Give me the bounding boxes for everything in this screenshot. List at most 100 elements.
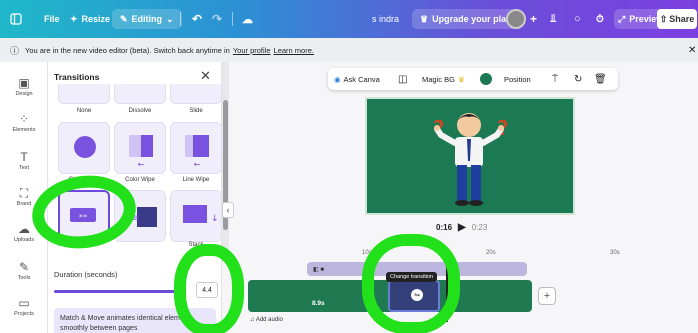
transition-dissolve-thumb[interactable] xyxy=(114,84,166,104)
timeline-ruler: 10s 20s 30s xyxy=(300,248,698,260)
plus-icon: + xyxy=(543,290,551,302)
undo-icon[interactable]: ↶ xyxy=(192,0,202,38)
file-menu[interactable]: File xyxy=(44,0,60,38)
avatar[interactable] xyxy=(506,0,526,38)
ask-canva-label: Ask Canva xyxy=(343,74,380,84)
panel-title: Transitions xyxy=(54,72,100,82)
editing-label: Editing xyxy=(131,14,163,24)
current-time: 0:16 xyxy=(436,223,453,232)
chevron-left-icon: ‹ xyxy=(226,205,230,215)
top-bar: File ✦ Resize ✎ Editing ⌄ ↶ ↷ ☁ s indra ♛ Up… xyxy=(0,0,698,38)
add-audio-button[interactable]: ♫ Add audio xyxy=(250,317,283,323)
resize-button[interactable]: ✦ Resize xyxy=(70,0,110,38)
upgrade-label: Upgrade your plan xyxy=(432,14,512,24)
editor-root: File ✦ Resize ✎ Editing ⌄ ↶ ↷ ☁ s indra ♛ Up… xyxy=(0,0,698,333)
beta-info-bar: ⓘ You are in the new video editor (beta)… xyxy=(0,38,698,62)
transition-stack-thumb[interactable]: ↓ xyxy=(170,190,222,242)
info-message: You are in the new video editor (beta). … xyxy=(25,45,230,55)
timer-icon[interactable]: ⏱ xyxy=(596,0,604,38)
add-page-button[interactable]: + xyxy=(538,287,556,305)
rail-item-elements[interactable]: ⁘ Elements xyxy=(0,112,48,133)
rail-label: Tools xyxy=(17,275,31,281)
rail-label: Projects xyxy=(14,311,34,317)
file-label: File xyxy=(44,14,60,24)
profile-link[interactable]: Your profile xyxy=(233,46,271,55)
playback-controls: 0:16 ▶ 0:23 xyxy=(436,222,487,233)
transition-circle-wipe-thumb[interactable] xyxy=(58,122,110,174)
learn-more-link[interactable]: Learn more. xyxy=(274,46,314,55)
magic-bg-button[interactable]: Magic BG ♛ xyxy=(422,68,465,90)
divider xyxy=(232,12,233,26)
ruler-tick: 30s xyxy=(610,250,620,256)
upload-icon: ⇧ xyxy=(659,13,668,24)
ask-canva-button[interactable]: ◉ Ask Canva xyxy=(334,68,380,90)
transition-label: Slide xyxy=(189,108,203,114)
chevron-down-icon: ⌄ xyxy=(166,13,174,24)
transition-label: Color Wipe xyxy=(125,177,155,183)
clip-duration: 8.9s xyxy=(312,300,325,307)
rail-item-design[interactable]: ▣ Design xyxy=(0,76,48,97)
rail-item-text[interactable]: T Text xyxy=(0,150,48,171)
rail-label: Elements xyxy=(12,127,36,133)
trash-icon[interactable]: 🗑 xyxy=(594,68,607,90)
duration-label: Duration (seconds) xyxy=(54,270,118,279)
rail-label: Text xyxy=(18,165,30,171)
cloud-save-icon[interactable]: ☁ xyxy=(242,0,253,38)
element-icon: ◧ ■ xyxy=(313,266,324,273)
canvas-page[interactable]: ? ? xyxy=(365,97,575,215)
flip-icon[interactable]: ◫ xyxy=(398,68,407,90)
close-icon[interactable]: ✕ xyxy=(200,68,211,84)
annotation-circle xyxy=(362,234,460,333)
tools-icon: ✎ xyxy=(18,260,30,274)
sparkle-icon: ◉ xyxy=(334,74,341,84)
duration-slider[interactable] xyxy=(54,290,184,293)
share-button[interactable]: ⇧ Share xyxy=(657,9,697,29)
sidebar-toggle-icon[interactable] xyxy=(10,0,22,38)
upgrade-plan-button[interactable]: ♛ Upgrade your plan xyxy=(412,9,520,29)
analytics-icon[interactable]: ⫫ xyxy=(550,0,556,38)
rail-label: Design xyxy=(15,91,33,97)
position-label: Position xyxy=(504,74,531,84)
close-icon[interactable]: ✕ xyxy=(688,45,696,56)
layout-icon: ▣ xyxy=(18,76,30,90)
crown-icon: ♛ xyxy=(420,13,429,24)
transition-label: Line Wipe xyxy=(182,177,210,183)
crown-icon: ♛ xyxy=(457,74,465,84)
total-time: 0:23 xyxy=(471,223,488,232)
user-name[interactable]: s indra xyxy=(372,0,399,38)
context-toolbar: ◉ Ask Canva ◫ Magic BG ♛ Position ⍑ ↻ 🗑 xyxy=(328,68,618,90)
transition-line-wipe-thumb[interactable]: ← xyxy=(170,122,222,174)
expand-icon: ⤢ xyxy=(618,13,626,24)
crown-icon: ✦ xyxy=(70,13,78,24)
redo-icon[interactable]: ↷ xyxy=(212,0,222,38)
rail-item-projects[interactable]: ▭ Projects xyxy=(0,296,48,317)
transition-color-wipe-thumb[interactable]: ← xyxy=(114,122,166,174)
play-icon[interactable]: ▶ xyxy=(458,222,466,233)
pencil-icon: ✎ xyxy=(120,13,128,24)
paint-roller-icon[interactable]: ⍑ xyxy=(552,68,558,90)
transition-slide-thumb[interactable] xyxy=(170,84,222,104)
position-button[interactable]: Position xyxy=(504,68,531,90)
user-name-label: s indra xyxy=(372,14,400,24)
rail-label: Uploads xyxy=(13,237,35,243)
confused-boy-illustration: ? ? xyxy=(433,113,509,206)
svg-text:↓: ↓ xyxy=(211,214,219,224)
divider xyxy=(180,12,181,26)
annotation-circle xyxy=(174,244,244,333)
collapse-panel-button[interactable]: ‹ xyxy=(222,202,234,218)
text-icon: T xyxy=(20,150,28,164)
shapes-icon: ⁘ xyxy=(18,112,30,126)
svg-text:←: ← xyxy=(138,160,145,169)
transition-label: None xyxy=(76,108,92,114)
svg-text:←: ← xyxy=(194,160,201,169)
editing-mode-button[interactable]: ✎ Editing ⌄ xyxy=(112,9,182,29)
transition-none-thumb[interactable] xyxy=(58,84,110,104)
rail-label: Brand xyxy=(16,201,32,207)
rail-item-tools[interactable]: ✎ Tools xyxy=(0,260,48,281)
comment-icon[interactable]: ○ xyxy=(574,0,581,38)
add-collaborator-icon[interactable]: + xyxy=(530,0,537,38)
transition-label: Dissolve xyxy=(128,108,152,114)
add-audio-label: Add audio xyxy=(255,317,283,323)
color-swatch[interactable] xyxy=(480,68,492,90)
refresh-icon[interactable]: ↻ xyxy=(574,68,582,90)
